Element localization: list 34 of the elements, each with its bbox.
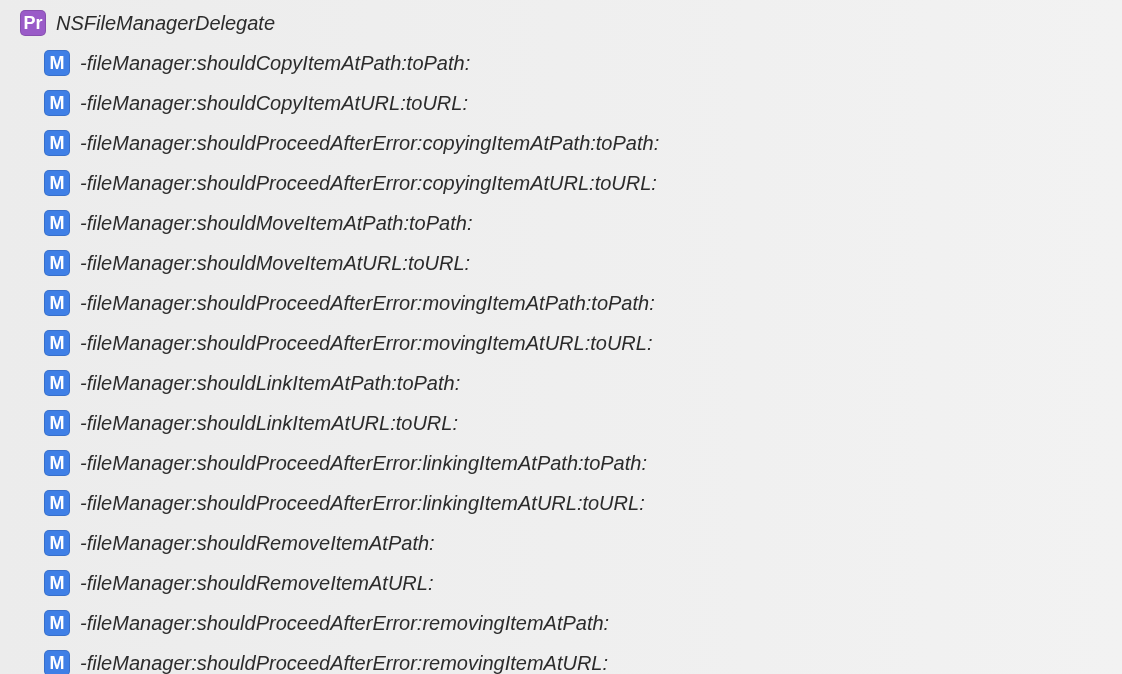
method-name: -fileManager:shouldProceedAfterError:movingItemAtPath:toPath: xyxy=(80,291,655,315)
method-name: -fileManager:shouldRemoveItemAtPath: xyxy=(80,531,435,555)
method-name: -fileManager:shouldProceedAfterError:linkingItemAtPath:toPath: xyxy=(80,451,647,475)
method-icon: M xyxy=(44,290,70,316)
method-name: -fileManager:shouldProceedAfterError:removingItemAtURL: xyxy=(80,651,608,674)
method-name: -fileManager:shouldLinkItemAtPath:toPath: xyxy=(80,371,461,395)
method-name: -fileManager:shouldProceedAfterError:copyingItemAtURL:toURL: xyxy=(80,171,657,195)
method-name: -fileManager:shouldCopyItemAtURL:toURL: xyxy=(80,91,468,115)
method-icon: M xyxy=(44,530,70,556)
method-icon: M xyxy=(44,370,70,396)
method-icon: M xyxy=(44,210,70,236)
method-name: -fileManager:shouldLinkItemAtURL:toURL: xyxy=(80,411,458,435)
method-name: -fileManager:shouldProceedAfterError:removingItemAtPath: xyxy=(80,611,610,635)
method-name: -fileManager:shouldRemoveItemAtURL: xyxy=(80,571,434,595)
method-name: -fileManager:shouldMoveItemAtURL:toURL: xyxy=(80,251,471,275)
method-icon: M xyxy=(44,170,70,196)
method-icon: M xyxy=(44,650,70,674)
method-icon: M xyxy=(44,490,70,516)
method-icon: M xyxy=(44,330,70,356)
method-name: -fileManager:shouldCopyItemAtPath:toPath: xyxy=(80,51,471,75)
method-name: -fileManager:shouldProceedAfterError:movingItemAtURL:toURL: xyxy=(80,331,653,355)
method-icon: M xyxy=(44,250,70,276)
method-name: -fileManager:shouldProceedAfterError:linkingItemAtURL:toURL: xyxy=(80,491,645,515)
method-icon: M xyxy=(44,130,70,156)
method-icon: M xyxy=(44,610,70,636)
protocol-name: NSFileManagerDelegate xyxy=(56,11,275,35)
method-icon: M xyxy=(44,410,70,436)
protocol-icon: Pr xyxy=(20,10,46,36)
method-icon: M xyxy=(44,570,70,596)
method-name: -fileManager:shouldProceedAfterError:copyingItemAtPath:toPath: xyxy=(80,131,660,155)
method-icon: M xyxy=(44,450,70,476)
method-name: -fileManager:shouldMoveItemAtPath:toPath: xyxy=(80,211,473,235)
method-icon: M xyxy=(44,50,70,76)
method-icon: M xyxy=(44,90,70,116)
